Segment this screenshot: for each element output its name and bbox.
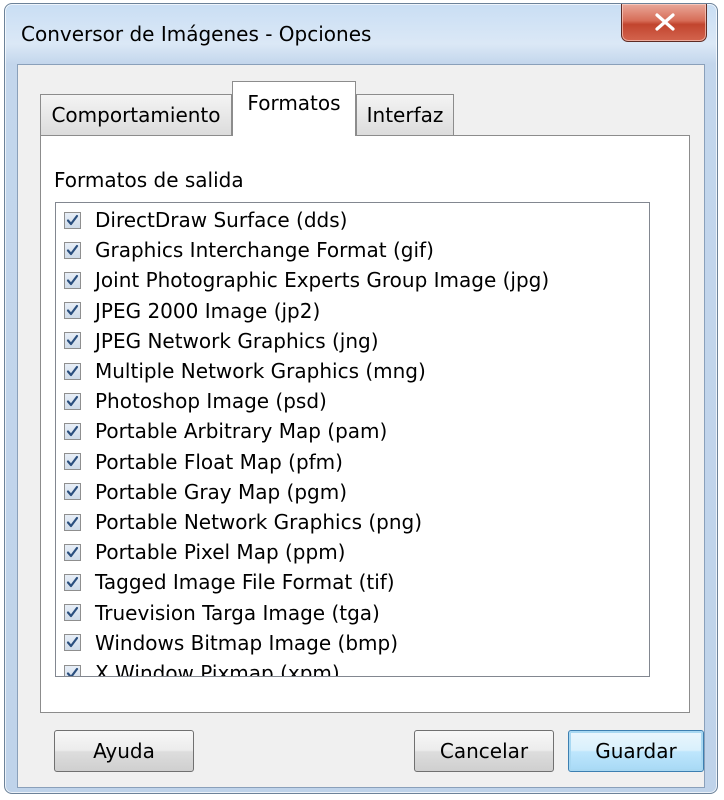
checkmark-icon [66, 455, 79, 467]
format-list-item[interactable]: Truevision Targa Image (tga) [64, 598, 380, 628]
format-label: X Window Pixmap (xpm) [95, 661, 340, 677]
format-checkbox[interactable] [64, 332, 81, 350]
format-list-item[interactable]: JPEG 2000 Image (jp2) [64, 296, 320, 326]
format-checkbox[interactable] [64, 664, 81, 676]
checkmark-icon [66, 576, 79, 587]
format-list-item[interactable]: Tagged Image File Format (tif) [64, 567, 395, 597]
tab-comportamiento[interactable]: Comportamiento [40, 94, 232, 135]
format-list-item[interactable]: Portable Pixel Map (ppm) [64, 537, 345, 567]
output-formats-label: Formatos de salida [54, 168, 244, 192]
checkmark-icon [66, 274, 79, 285]
format-checkbox[interactable] [64, 392, 81, 410]
checkmark-icon [66, 606, 79, 618]
format-label: Portable Gray Map (pgm) [95, 479, 348, 504]
format-checkbox[interactable] [64, 453, 81, 471]
cancel-button[interactable]: Cancelar [414, 730, 554, 772]
tab-label: Interfaz [366, 103, 444, 127]
close-button[interactable] [621, 4, 707, 42]
format-checkbox[interactable] [64, 271, 81, 289]
format-checkbox[interactable] [64, 362, 81, 380]
dialog-client-area: Comportamiento Formatos Interfaz Formato… [17, 64, 705, 788]
checkmark-icon [66, 304, 79, 316]
tab-label: Comportamiento [51, 103, 221, 127]
format-label: Windows Bitmap Image (bmp) [95, 630, 399, 655]
window-title: Conversor de Imágenes - Opciones [21, 22, 372, 46]
checkmark-icon [66, 546, 79, 557]
format-list-item[interactable]: Photoshop Image (psd) [64, 386, 327, 416]
format-list-item[interactable]: Portable Network Graphics (png) [64, 507, 422, 537]
save-button[interactable]: Guardar [568, 730, 704, 772]
format-label: Portable Network Graphics (png) [95, 510, 423, 534]
checkmark-icon [66, 486, 79, 497]
checkmark-icon [66, 395, 79, 406]
output-formats-list[interactable]: DirectDraw Surface (dds) Graphics Interch… [55, 202, 650, 677]
format-label: Portable Float Map (pfm) [95, 449, 343, 474]
format-list-item[interactable]: Portable Gray Map (pgm) [64, 477, 347, 507]
format-checkbox[interactable] [64, 634, 81, 652]
format-checkbox[interactable] [64, 211, 81, 229]
format-list-item[interactable]: Windows Bitmap Image (bmp) [64, 628, 398, 658]
format-checkbox[interactable] [64, 302, 81, 320]
format-checkbox[interactable] [64, 604, 81, 622]
format-list-item[interactable]: JPEG Network Graphics (jng) [64, 326, 379, 356]
format-checkbox[interactable] [64, 513, 81, 531]
format-checkbox[interactable] [64, 241, 81, 259]
format-label: Multiple Network Graphics (mng) [95, 359, 426, 383]
format-label: DirectDraw Surface (dds) [95, 208, 348, 232]
format-checkbox[interactable] [64, 422, 81, 440]
format-list-item[interactable]: Multiple Network Graphics (mng) [64, 356, 426, 386]
format-list-item[interactable]: X Window Pixmap (xpm) [64, 658, 340, 677]
tab-formatos[interactable]: Formatos [232, 81, 356, 136]
help-button[interactable]: Ayuda [54, 730, 194, 772]
tab-label: Formatos [247, 91, 341, 115]
format-checkbox[interactable] [64, 573, 81, 591]
format-list-item[interactable]: Graphics Interchange Format (gif) [64, 235, 434, 265]
format-list-item[interactable]: Joint Photographic Experts Group Image (… [64, 265, 549, 295]
format-label: Portable Arbitrary Map (pam) [95, 419, 388, 444]
tab-interfaz[interactable]: Interfaz [356, 94, 454, 135]
checkmark-icon [66, 637, 79, 648]
close-icon [655, 13, 675, 31]
checkmark-icon [66, 214, 79, 225]
format-list-item[interactable]: Portable Arbitrary Map (pam) [64, 416, 387, 446]
format-label: JPEG 2000 Image (jp2) [95, 298, 321, 323]
format-checkbox[interactable] [64, 543, 81, 561]
format-label: Truevision Targa Image (tga) [95, 600, 380, 625]
format-label: Photoshop Image (psd) [95, 389, 327, 414]
format-label: Portable Pixel Map (ppm) [95, 540, 346, 565]
format-label: JPEG Network Graphics (jng) [95, 328, 379, 353]
options-dialog: Conversor de Imágenes - Opciones Comport… [4, 3, 718, 794]
checkmark-icon [66, 244, 79, 255]
checkmark-icon [66, 365, 79, 376]
format-checkbox[interactable] [64, 483, 81, 501]
format-list-item[interactable]: Portable Float Map (pfm) [64, 447, 343, 477]
format-label: Graphics Interchange Format (gif) [95, 238, 434, 263]
checkmark-icon [66, 516, 79, 527]
checkmark-icon [66, 335, 79, 346]
checkmark-icon [66, 425, 79, 436]
format-label: Joint Photographic Experts Group Image (… [95, 268, 550, 293]
format-label: Tagged Image File Format (tif) [95, 570, 395, 595]
checkmark-icon [66, 667, 79, 676]
format-list-item[interactable]: DirectDraw Surface (dds) [64, 205, 347, 235]
